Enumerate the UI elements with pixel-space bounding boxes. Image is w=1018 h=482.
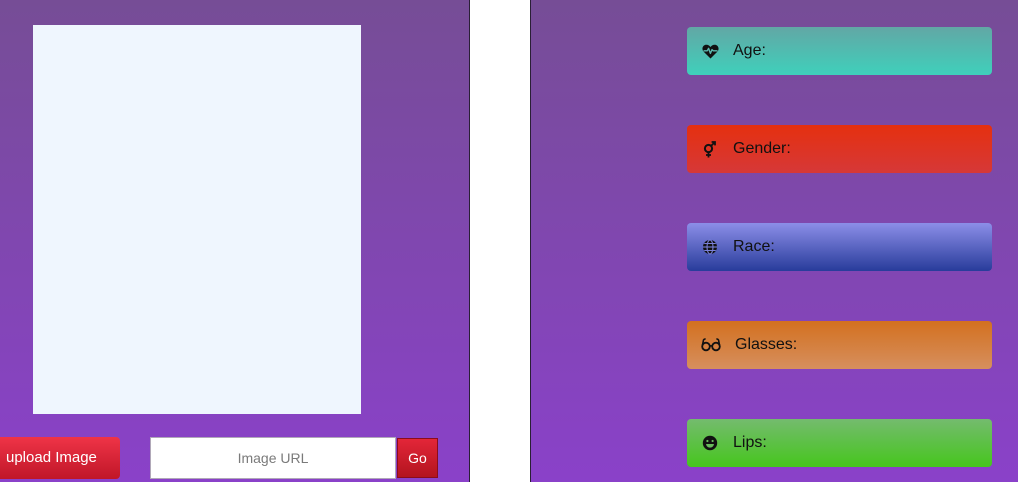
race-field: Race: (687, 223, 992, 271)
age-field: Age: (687, 27, 992, 75)
heartbeat-icon (701, 42, 719, 60)
app-root: upload Image Go Age: Gender: (0, 0, 1018, 482)
image-panel (0, 0, 470, 482)
upload-image-button[interactable]: upload Image (0, 437, 120, 479)
race-label: Race: (733, 238, 775, 255)
lips-field: Lips: (687, 419, 992, 467)
lips-label: Lips: (733, 434, 767, 451)
gender-label: Gender: (733, 140, 791, 157)
glasses-label: Glasses: (735, 336, 798, 353)
gender-icon (701, 140, 719, 158)
age-label: Age: (733, 42, 766, 59)
glasses-field: Glasses: (687, 321, 992, 369)
globe-icon (701, 238, 719, 256)
image-url-input[interactable] (150, 437, 396, 479)
smile-icon (701, 434, 719, 452)
glasses-icon (701, 336, 721, 354)
image-preview (33, 25, 361, 414)
gender-field: Gender: (687, 125, 992, 173)
go-button[interactable]: Go (397, 438, 438, 478)
